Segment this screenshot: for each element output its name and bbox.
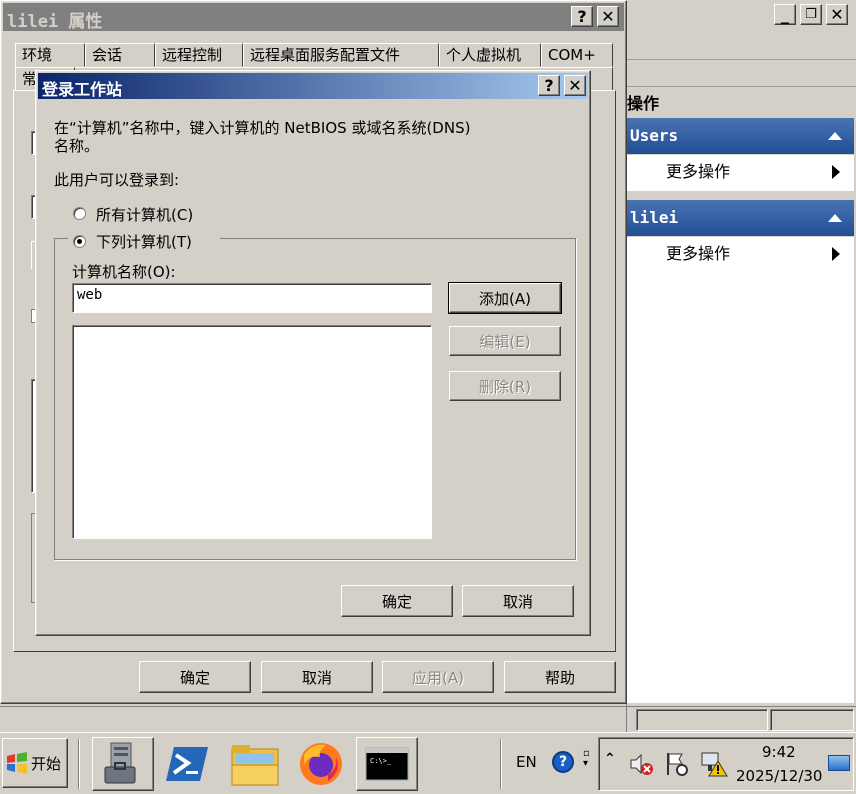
tab-com-plus[interactable]: COM+ <box>541 43 613 67</box>
tray-separator <box>500 739 502 789</box>
dialog-title: 登录工作站 <box>42 80 123 99</box>
radio-following-computers[interactable] <box>73 235 86 248</box>
help-icon[interactable]: ? <box>538 75 560 96</box>
windows-logo-icon <box>7 752 27 774</box>
actions-pane-header: 操作 <box>627 94 660 113</box>
more-actions-lilei[interactable]: 更多操作 <box>626 237 854 273</box>
file-explorer-icon[interactable] <box>230 739 280 789</box>
description-line-2: 名称。 <box>54 137 100 155</box>
actions-section-lilei[interactable]: lilei <box>626 200 854 236</box>
computer-name-input[interactable]: web <box>72 283 432 313</box>
tab-remote-control[interactable]: 远程控制 <box>155 43 243 67</box>
tab-personal-vm[interactable]: 个人虚拟机 <box>439 43 541 67</box>
status-bar <box>0 706 856 732</box>
radio-all-computers[interactable] <box>73 207 86 220</box>
remove-button[interactable]: 删除(R) <box>449 371 561 401</box>
help-icon[interactable]: ? <box>552 751 574 773</box>
submenu-arrow-icon <box>832 247 840 261</box>
help-icon[interactable]: ? <box>571 6 593 27</box>
mmc-menubar <box>627 30 856 60</box>
actions-section-users[interactable]: Users <box>626 118 854 154</box>
network-warning-icon[interactable] <box>700 751 728 777</box>
properties-titlebar: lilei 属性 ? ✕ <box>3 3 624 32</box>
volume-muted-icon[interactable] <box>628 751 654 777</box>
show-desktop-icon[interactable] <box>828 755 850 771</box>
collapse-up-icon[interactable] <box>828 132 842 140</box>
clock-time[interactable]: 9:42 <box>762 743 796 761</box>
ime-options-icon[interactable]: ▫ ▾ <box>583 749 590 769</box>
actions-pane-blank <box>626 273 854 703</box>
powershell-icon[interactable] <box>164 741 212 787</box>
collapse-up-icon[interactable] <box>828 214 842 222</box>
close-icon[interactable]: ✕ <box>597 6 619 27</box>
mmc-close-button[interactable]: ✕ <box>826 4 848 25</box>
show-hidden-icons-icon[interactable]: ⌃ <box>604 751 616 767</box>
status-pane <box>770 709 854 731</box>
tab-sessions[interactable]: 会话 <box>85 43 155 67</box>
language-indicator[interactable]: EN <box>516 753 537 771</box>
properties-ok-button[interactable]: 确定 <box>139 661 251 693</box>
minimize-button[interactable]: _ <box>774 4 796 25</box>
taskbar: 开始 C:\>_ EN ? ▫ ▾ ⌃ 9:42 2025/12/30 <box>0 732 856 794</box>
dialog-titlebar: 登录工作站 ? ✕ <box>38 73 588 99</box>
properties-title: lilei 属性 <box>7 12 103 32</box>
start-label: 开始 <box>31 754 62 773</box>
radio-following-label[interactable]: 下列计算机(T) <box>96 231 192 252</box>
more-actions-label: 更多操作 <box>666 162 731 181</box>
apply-button[interactable]: 应用(A) <box>382 661 494 693</box>
mmc-toolbar <box>627 61 856 87</box>
section-title: lilei <box>630 208 679 227</box>
computer-list[interactable] <box>72 325 432 539</box>
edit-button[interactable]: 编辑(E) <box>449 326 561 356</box>
status-pane <box>636 709 768 731</box>
section-title: Users <box>630 126 679 145</box>
properties-cancel-button[interactable]: 取消 <box>261 661 373 693</box>
server-manager-icon[interactable] <box>92 737 154 791</box>
firefox-icon[interactable] <box>298 741 344 787</box>
logon-workstations-dialog: 登录工作站 ? ✕ 在“计算机”名称中，键入计算机的 NetBIOS 或域名系统… <box>35 70 591 636</box>
taskbar-separator <box>78 739 80 789</box>
dialog-cancel-button[interactable]: 取消 <box>462 585 574 617</box>
tab-environment[interactable]: 环境 <box>15 43 85 67</box>
tab-rds-profile[interactable]: 远程桌面服务配置文件 <box>243 43 439 67</box>
submenu-arrow-icon <box>832 165 840 179</box>
clock-date[interactable]: 2025/12/30 <box>736 767 822 785</box>
computer-name-label: 计算机名称(O): <box>72 263 176 281</box>
can-logon-label: 此用户可以登录到: <box>54 171 180 189</box>
description-line-1: 在“计算机”名称中，键入计算机的 NetBIOS 或域名系统(DNS) <box>54 119 471 137</box>
svg-text:C:\>_: C:\>_ <box>370 757 392 765</box>
radio-all-label[interactable]: 所有计算机(C) <box>96 204 193 225</box>
add-button[interactable]: 添加(A) <box>448 282 562 314</box>
restore-button[interactable]: ❐ <box>800 4 822 25</box>
help-button[interactable]: 帮助 <box>504 661 616 693</box>
more-actions-users[interactable]: 更多操作 <box>626 155 854 191</box>
dialog-ok-button[interactable]: 确定 <box>341 585 453 617</box>
command-prompt-icon[interactable]: C:\>_ <box>356 737 418 791</box>
close-icon[interactable]: ✕ <box>564 75 586 96</box>
more-actions-label: 更多操作 <box>666 244 731 263</box>
start-button[interactable]: 开始 <box>2 738 68 788</box>
action-center-flag-icon[interactable] <box>664 751 690 777</box>
